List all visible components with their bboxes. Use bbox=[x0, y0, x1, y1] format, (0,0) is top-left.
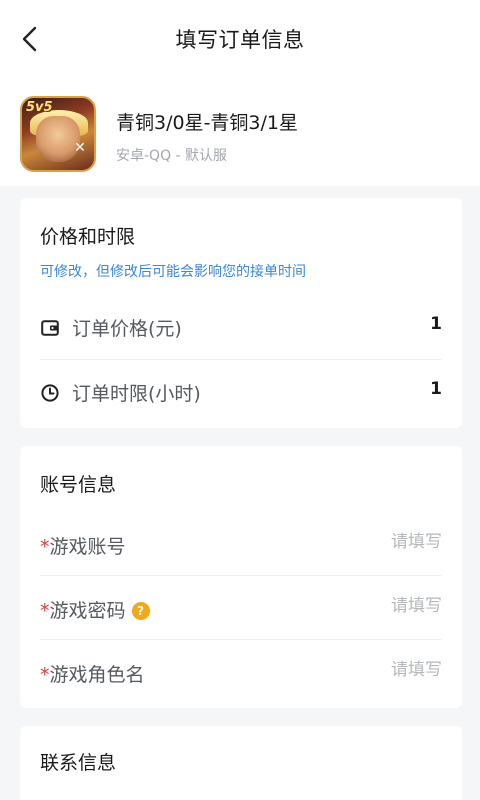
required-mark: * bbox=[40, 536, 50, 558]
price-section-note: 可修改，但修改后可能会影响您的接单时间 bbox=[40, 264, 306, 280]
required-mark: * bbox=[40, 600, 50, 622]
game-password-row: *游戏密码? bbox=[40, 576, 442, 640]
game-rank-range: 青铜3/0星-青铜3/1星 bbox=[116, 112, 299, 134]
game-logo: 5v5 ✕ bbox=[20, 96, 96, 172]
top-bar: 填写订单信息 bbox=[0, 0, 480, 78]
page-title: 填写订单信息 bbox=[175, 28, 305, 52]
order-time-label: 订单时限(小时) bbox=[72, 383, 201, 405]
order-price-row[interactable]: 订单价格(元) 1 bbox=[40, 296, 442, 360]
clock-icon bbox=[40, 383, 60, 403]
account-section-title: 账号信息 bbox=[40, 474, 117, 496]
contact-info-card: 联系信息 bbox=[20, 726, 462, 800]
game-logo-mark: ✕ bbox=[74, 140, 86, 156]
question-icon[interactable]: ? bbox=[131, 602, 150, 620]
game-logo-badge: 5v5 bbox=[26, 100, 53, 115]
order-price-value[interactable]: 1 bbox=[430, 314, 442, 334]
game-password-input[interactable] bbox=[272, 596, 442, 616]
required-mark: * bbox=[40, 664, 50, 686]
order-time-row[interactable]: 订单时限(小时) 1 bbox=[40, 361, 442, 425]
game-role-input[interactable] bbox=[272, 660, 442, 680]
account-info-card: 账号信息 *游戏账号 *游戏密码? *游戏角色名 bbox=[20, 446, 462, 708]
contact-section-title: 联系信息 bbox=[40, 752, 117, 774]
game-role-label-text: 游戏角色名 bbox=[49, 664, 145, 686]
game-account-label: *游戏账号 bbox=[40, 532, 126, 559]
game-account-label-text: 游戏账号 bbox=[49, 536, 126, 558]
game-summary: 5v5 ✕ 青铜3/0星-青铜3/1星 安卓-QQ - 默认服 bbox=[0, 78, 480, 186]
price-time-card: 价格和时限 可修改，但修改后可能会影响您的接单时间 订单价格(元) 1 订单时限… bbox=[20, 198, 462, 428]
order-price-label: 订单价格(元) bbox=[72, 318, 182, 340]
game-password-label-text: 游戏密码 bbox=[49, 600, 126, 622]
price-section-title: 价格和时限 bbox=[40, 226, 136, 248]
game-account-input[interactable] bbox=[272, 532, 442, 552]
game-server: 安卓-QQ - 默认服 bbox=[116, 148, 228, 164]
game-role-label: *游戏角色名 bbox=[40, 660, 145, 687]
game-role-row: *游戏角色名 bbox=[40, 640, 442, 704]
wallet-icon bbox=[40, 318, 60, 338]
game-account-row: *游戏账号 bbox=[40, 512, 442, 576]
order-time-value[interactable]: 1 bbox=[430, 379, 442, 399]
game-password-label: *游戏密码? bbox=[40, 596, 150, 623]
